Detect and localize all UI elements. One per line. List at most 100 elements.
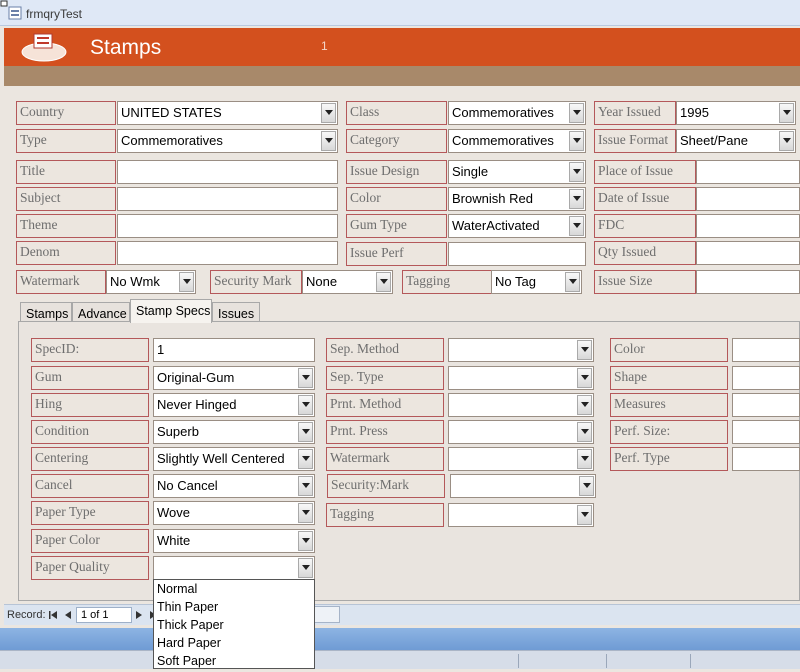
spec-color-field[interactable] bbox=[732, 338, 800, 362]
chevron-down-icon[interactable] bbox=[298, 368, 313, 388]
category-combo[interactable]: Commemoratives bbox=[448, 129, 586, 153]
security-mark-combo[interactable]: None bbox=[302, 270, 393, 294]
chevron-down-icon[interactable] bbox=[779, 131, 794, 151]
first-record-icon[interactable] bbox=[48, 610, 58, 620]
theme-field[interactable] bbox=[117, 214, 338, 238]
tab-stamps[interactable]: Stamps bbox=[20, 302, 72, 322]
chevron-down-icon[interactable] bbox=[179, 272, 194, 292]
chevron-down-icon[interactable] bbox=[298, 503, 313, 523]
place-of-issue-label: Place of Issue bbox=[594, 160, 696, 184]
condition-combo[interactable]: Superb bbox=[153, 420, 315, 444]
paper-type-combo[interactable]: Wove bbox=[153, 501, 315, 525]
cancel-combo[interactable]: No Cancel bbox=[153, 474, 315, 498]
category-label: Category bbox=[346, 129, 447, 153]
chevron-down-icon[interactable] bbox=[577, 449, 592, 469]
paper-quality-combo[interactable] bbox=[153, 556, 315, 580]
issue-size-field[interactable] bbox=[696, 270, 800, 294]
paper-color-combo[interactable]: White bbox=[153, 529, 315, 553]
paper-quality-dropdown-list: Normal Thin Paper Thick Paper Hard Paper… bbox=[153, 579, 315, 669]
security-mark-value: None bbox=[306, 274, 338, 289]
chevron-down-icon[interactable] bbox=[298, 395, 313, 415]
gum-label: Gum bbox=[31, 366, 149, 390]
spec-tagging-combo[interactable] bbox=[448, 503, 594, 527]
year-issued-combo[interactable]: 1995 bbox=[676, 101, 796, 125]
chevron-down-icon[interactable] bbox=[321, 131, 336, 151]
perf-type-field[interactable] bbox=[732, 447, 800, 471]
issue-format-combo[interactable]: Sheet/Pane bbox=[676, 129, 796, 153]
chevron-down-icon[interactable] bbox=[298, 422, 313, 442]
title-label: Title bbox=[16, 160, 116, 184]
place-of-issue-field[interactable] bbox=[696, 160, 800, 184]
dropdown-option[interactable]: Thin Paper bbox=[157, 600, 307, 618]
issue-design-label: Issue Design bbox=[346, 160, 447, 184]
chevron-down-icon[interactable] bbox=[298, 449, 313, 469]
tab-advance[interactable]: Advance bbox=[72, 302, 130, 322]
subject-field[interactable] bbox=[117, 187, 338, 211]
previous-record-icon[interactable] bbox=[64, 610, 72, 620]
form-icon bbox=[8, 6, 22, 20]
theme-label: Theme bbox=[16, 214, 116, 238]
spec-security-mark-combo[interactable] bbox=[450, 474, 596, 498]
paper-color-value: White bbox=[157, 533, 191, 548]
chevron-down-icon[interactable] bbox=[298, 531, 313, 551]
chevron-down-icon[interactable] bbox=[569, 103, 584, 123]
type-combo[interactable]: Commemoratives bbox=[117, 129, 338, 153]
issue-perf-field[interactable] bbox=[448, 242, 586, 266]
chevron-down-icon[interactable] bbox=[565, 272, 580, 292]
chevron-down-icon[interactable] bbox=[579, 476, 594, 496]
chevron-down-icon[interactable] bbox=[376, 272, 391, 292]
spec-watermark-combo[interactable] bbox=[448, 447, 594, 471]
chevron-down-icon[interactable] bbox=[569, 131, 584, 151]
chevron-down-icon[interactable] bbox=[321, 103, 336, 123]
security-mark-label: Security Mark bbox=[210, 270, 302, 294]
fdc-field[interactable] bbox=[696, 214, 800, 238]
shape-field[interactable] bbox=[732, 366, 800, 390]
chevron-down-icon[interactable] bbox=[569, 189, 584, 209]
sep-method-combo[interactable] bbox=[448, 338, 594, 362]
tagging-combo[interactable]: No Tag bbox=[491, 270, 582, 294]
chevron-down-icon[interactable] bbox=[577, 395, 592, 415]
chevron-down-icon[interactable] bbox=[779, 103, 794, 123]
chevron-down-icon[interactable] bbox=[298, 558, 313, 578]
chevron-down-icon[interactable] bbox=[577, 340, 592, 360]
condition-label: Condition bbox=[31, 420, 149, 444]
sep-type-combo[interactable] bbox=[448, 366, 594, 390]
chevron-down-icon[interactable] bbox=[577, 422, 592, 442]
prnt-method-combo[interactable] bbox=[448, 393, 594, 417]
current-record-field[interactable]: 1 of 1 bbox=[76, 607, 132, 623]
hing-value: Never Hinged bbox=[157, 397, 237, 412]
dropdown-option[interactable]: Hard Paper bbox=[157, 636, 307, 654]
centering-label: Centering bbox=[31, 447, 149, 471]
hing-combo[interactable]: Never Hinged bbox=[153, 393, 315, 417]
next-record-icon[interactable] bbox=[135, 610, 143, 620]
title-field[interactable] bbox=[117, 160, 338, 184]
chevron-down-icon[interactable] bbox=[577, 368, 592, 388]
gum-type-combo[interactable]: WaterActivated bbox=[448, 214, 586, 238]
watermark-combo[interactable]: No Wmk bbox=[106, 270, 196, 294]
qty-issued-field[interactable] bbox=[696, 241, 800, 265]
dropdown-option[interactable]: Normal bbox=[157, 582, 307, 600]
issue-format-label: Issue Format bbox=[594, 129, 676, 153]
spec-id-field[interactable]: 1 bbox=[153, 338, 315, 362]
chevron-down-icon[interactable] bbox=[569, 216, 584, 236]
dropdown-option[interactable]: Thick Paper bbox=[157, 618, 307, 636]
centering-combo[interactable]: Slightly Well Centered bbox=[153, 447, 315, 471]
spec-id-label: SpecID: bbox=[31, 338, 149, 362]
denom-field[interactable] bbox=[117, 241, 338, 265]
measures-field[interactable] bbox=[732, 393, 800, 417]
date-of-issue-field[interactable] bbox=[696, 187, 800, 211]
chevron-down-icon[interactable] bbox=[569, 162, 584, 182]
issue-design-combo[interactable]: Single bbox=[448, 160, 586, 184]
class-combo[interactable]: Commemoratives bbox=[448, 101, 586, 125]
chevron-down-icon[interactable] bbox=[577, 505, 592, 525]
tab-stamp-specs[interactable]: Stamp Specs bbox=[130, 299, 212, 323]
prnt-press-combo[interactable] bbox=[448, 420, 594, 444]
class-value: Commemoratives bbox=[452, 105, 554, 120]
perf-size-field[interactable] bbox=[732, 420, 800, 444]
dropdown-option[interactable]: Soft Paper bbox=[157, 654, 307, 672]
country-combo[interactable]: UNITED STATES bbox=[117, 101, 338, 125]
color-combo[interactable]: Brownish Red bbox=[448, 187, 586, 211]
tab-issues[interactable]: Issues bbox=[212, 302, 260, 322]
gum-combo[interactable]: Original-Gum bbox=[153, 366, 315, 390]
chevron-down-icon[interactable] bbox=[298, 476, 313, 496]
